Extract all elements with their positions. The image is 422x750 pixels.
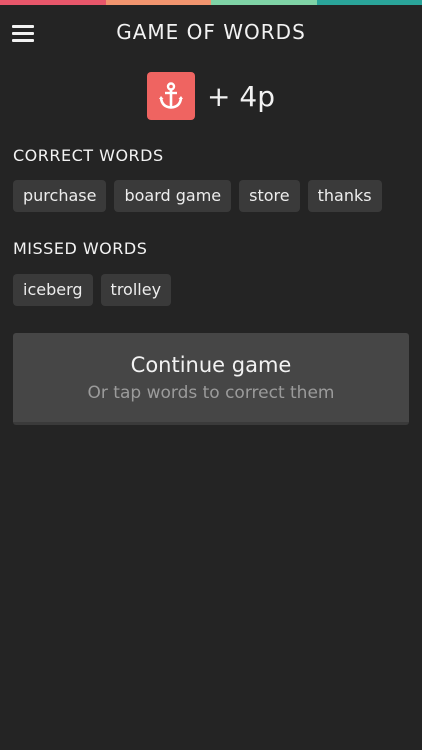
correct-word-chip[interactable]: store bbox=[239, 180, 300, 212]
continue-game-button[interactable]: Continue game Or tap words to correct th… bbox=[13, 333, 409, 425]
correct-word-chip[interactable]: thanks bbox=[307, 180, 382, 212]
missed-word-chip[interactable]: trolley bbox=[100, 274, 172, 306]
continue-game-title: Continue game bbox=[130, 353, 292, 377]
score-row: + 4p bbox=[0, 72, 422, 120]
score-points: + 4p bbox=[207, 79, 275, 113]
correct-words-label: CORRECT WORDS bbox=[13, 146, 164, 165]
missed-words-label: MISSED WORDS bbox=[13, 239, 148, 258]
missed-word-chip[interactable]: iceberg bbox=[13, 274, 93, 306]
missed-words-list: iceberg trolley bbox=[13, 274, 172, 306]
correct-word-chip[interactable]: board game bbox=[114, 180, 232, 212]
page-title: GAME OF WORDS bbox=[116, 20, 306, 44]
continue-game-subtitle: Or tap words to correct them bbox=[87, 383, 335, 403]
anchor-icon bbox=[147, 72, 196, 120]
correct-words-list: purchase board game store thanks bbox=[13, 180, 382, 212]
anchor-icon-svg bbox=[159, 82, 184, 109]
correct-word-chip[interactable]: purchase bbox=[13, 180, 107, 212]
header: GAME OF WORDS bbox=[0, 5, 422, 61]
